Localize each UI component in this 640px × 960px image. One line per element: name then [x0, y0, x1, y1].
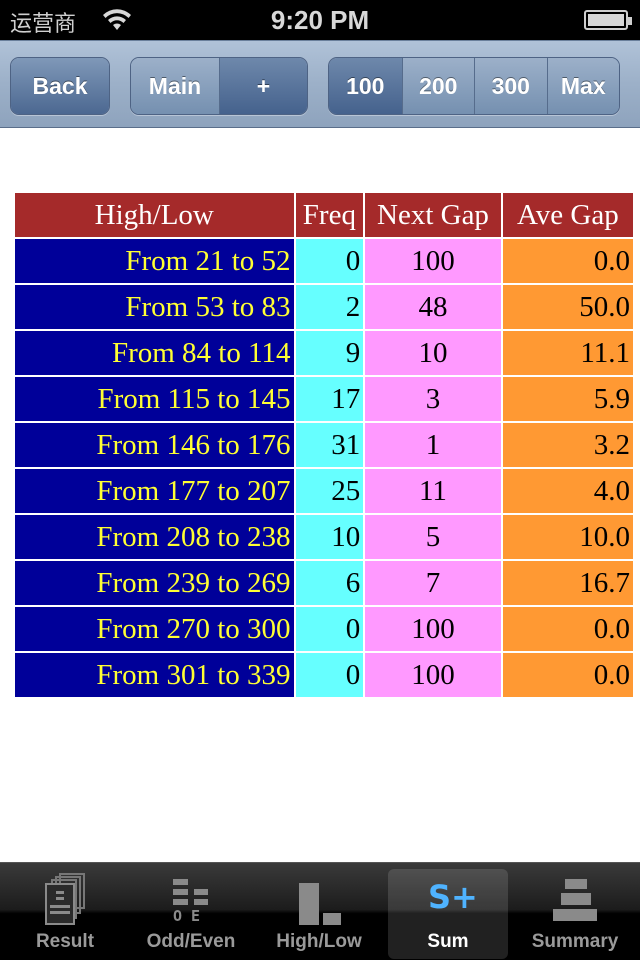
range-max-segment[interactable]: Max [546, 58, 619, 114]
freq-cell: 25 [295, 469, 364, 513]
table-row: From 208 to 238 10 5 10.0 [15, 515, 633, 559]
tab-odd-even[interactable]: O E Odd/Even [131, 869, 251, 959]
table-row: From 21 to 52 0 100 0.0 [15, 239, 633, 283]
header-ave-gap: Ave Gap [502, 193, 633, 237]
high-low-icon [289, 871, 349, 927]
sum-plus-icon: S+ [428, 878, 478, 916]
range-cell: From 53 to 83 [15, 285, 294, 329]
range-cell: From 177 to 207 [15, 469, 294, 513]
ave-gap-cell: 16.7 [502, 561, 633, 605]
range-cell: From 146 to 176 [15, 423, 294, 467]
high-low-table: High/Low Freq Next Gap Ave Gap From 21 t… [13, 191, 635, 699]
main-segmented-control: Main + [130, 57, 308, 115]
odd-even-icon: O E [161, 871, 221, 927]
range-100-segment[interactable]: 100 [329, 58, 402, 114]
table-row: From 177 to 207 25 11 4.0 [15, 469, 633, 513]
next-gap-cell: 1 [365, 423, 501, 467]
next-gap-cell: 100 [365, 607, 501, 651]
next-gap-cell: 5 [365, 515, 501, 559]
next-gap-cell: 100 [365, 653, 501, 697]
range-300-segment[interactable]: 300 [474, 58, 547, 114]
freq-cell: 0 [295, 239, 364, 283]
freq-cell: 10 [295, 515, 364, 559]
header-next-gap: Next Gap [365, 193, 501, 237]
tab-label: Sum [427, 931, 469, 952]
back-button[interactable]: Back [11, 58, 109, 114]
toolbar: Back Main + 100 200 300 Max [0, 40, 640, 128]
table-body: From 21 to 52 0 100 0.0 From 53 to 83 2 48 50.0… [15, 239, 633, 697]
ave-gap-cell: 11.1 [502, 331, 633, 375]
ave-gap-cell: 3.2 [502, 423, 633, 467]
tab-label: Summary [531, 931, 619, 952]
range-cell: From 301 to 339 [15, 653, 294, 697]
table-row: From 115 to 145 17 3 5.9 [15, 377, 633, 421]
table-row: From 270 to 300 0 100 0.0 [15, 607, 633, 651]
table-row: From 84 to 114 9 10 11.1 [15, 331, 633, 375]
next-gap-cell: 10 [365, 331, 501, 375]
plus-segment[interactable]: + [219, 58, 307, 114]
table-header-row: High/Low Freq Next Gap Ave Gap [15, 193, 633, 237]
ave-gap-cell: 0.0 [502, 239, 633, 283]
table-row: From 301 to 339 0 100 0.0 [15, 653, 633, 697]
next-gap-cell: 3 [365, 377, 501, 421]
result-stack-icon [35, 871, 95, 927]
summary-stack-icon [545, 871, 605, 927]
range-cell: From 270 to 300 [15, 607, 294, 651]
range-200-segment[interactable]: 200 [401, 58, 474, 114]
range-cell: From 239 to 269 [15, 561, 294, 605]
ave-gap-cell: 50.0 [502, 285, 633, 329]
freq-cell: 17 [295, 377, 364, 421]
range-cell: From 115 to 145 [15, 377, 294, 421]
table-row: From 239 to 269 6 7 16.7 [15, 561, 633, 605]
ave-gap-cell: 0.0 [502, 607, 633, 651]
next-gap-cell: 11 [365, 469, 501, 513]
tab-label: Odd/Even [146, 931, 236, 952]
range-cell: From 21 to 52 [15, 239, 294, 283]
clock: 9:20 PM [270, 5, 370, 35]
ave-gap-cell: 5.9 [502, 377, 633, 421]
next-gap-cell: 7 [365, 561, 501, 605]
battery-fill [588, 14, 624, 26]
tab-label: High/Low [276, 931, 362, 952]
status-bar: 运营商 9:20 PM [0, 0, 640, 40]
tab-result[interactable]: Result [5, 869, 125, 959]
header-freq: Freq [295, 193, 364, 237]
freq-cell: 0 [295, 653, 364, 697]
freq-cell: 6 [295, 561, 364, 605]
range-segmented-control: 100 200 300 Max [328, 57, 620, 115]
range-cell: From 208 to 238 [15, 515, 294, 559]
table-row: From 146 to 176 31 1 3.2 [15, 423, 633, 467]
next-gap-cell: 48 [365, 285, 501, 329]
battery-icon [584, 10, 632, 30]
next-gap-cell: 100 [365, 239, 501, 283]
ave-gap-cell: 10.0 [502, 515, 633, 559]
tab-bar: Result O E Odd/Even High/Low S+ Sum Summ… [0, 862, 640, 960]
header-high-low: High/Low [15, 193, 294, 237]
tab-sum[interactable]: S+ Sum [388, 869, 508, 959]
freq-cell: 0 [295, 607, 364, 651]
tab-label: Result [35, 931, 95, 952]
table-row: From 53 to 83 2 48 50.0 [15, 285, 633, 329]
tab-summary[interactable]: Summary [515, 869, 635, 959]
freq-cell: 2 [295, 285, 364, 329]
back-button-container: Back [10, 57, 110, 115]
ave-gap-cell: 4.0 [502, 469, 633, 513]
tab-high-low[interactable]: High/Low [259, 869, 379, 959]
main-segment[interactable]: Main [131, 58, 219, 114]
range-cell: From 84 to 114 [15, 331, 294, 375]
ave-gap-cell: 0.0 [502, 653, 633, 697]
freq-cell: 31 [295, 423, 364, 467]
freq-cell: 9 [295, 331, 364, 375]
